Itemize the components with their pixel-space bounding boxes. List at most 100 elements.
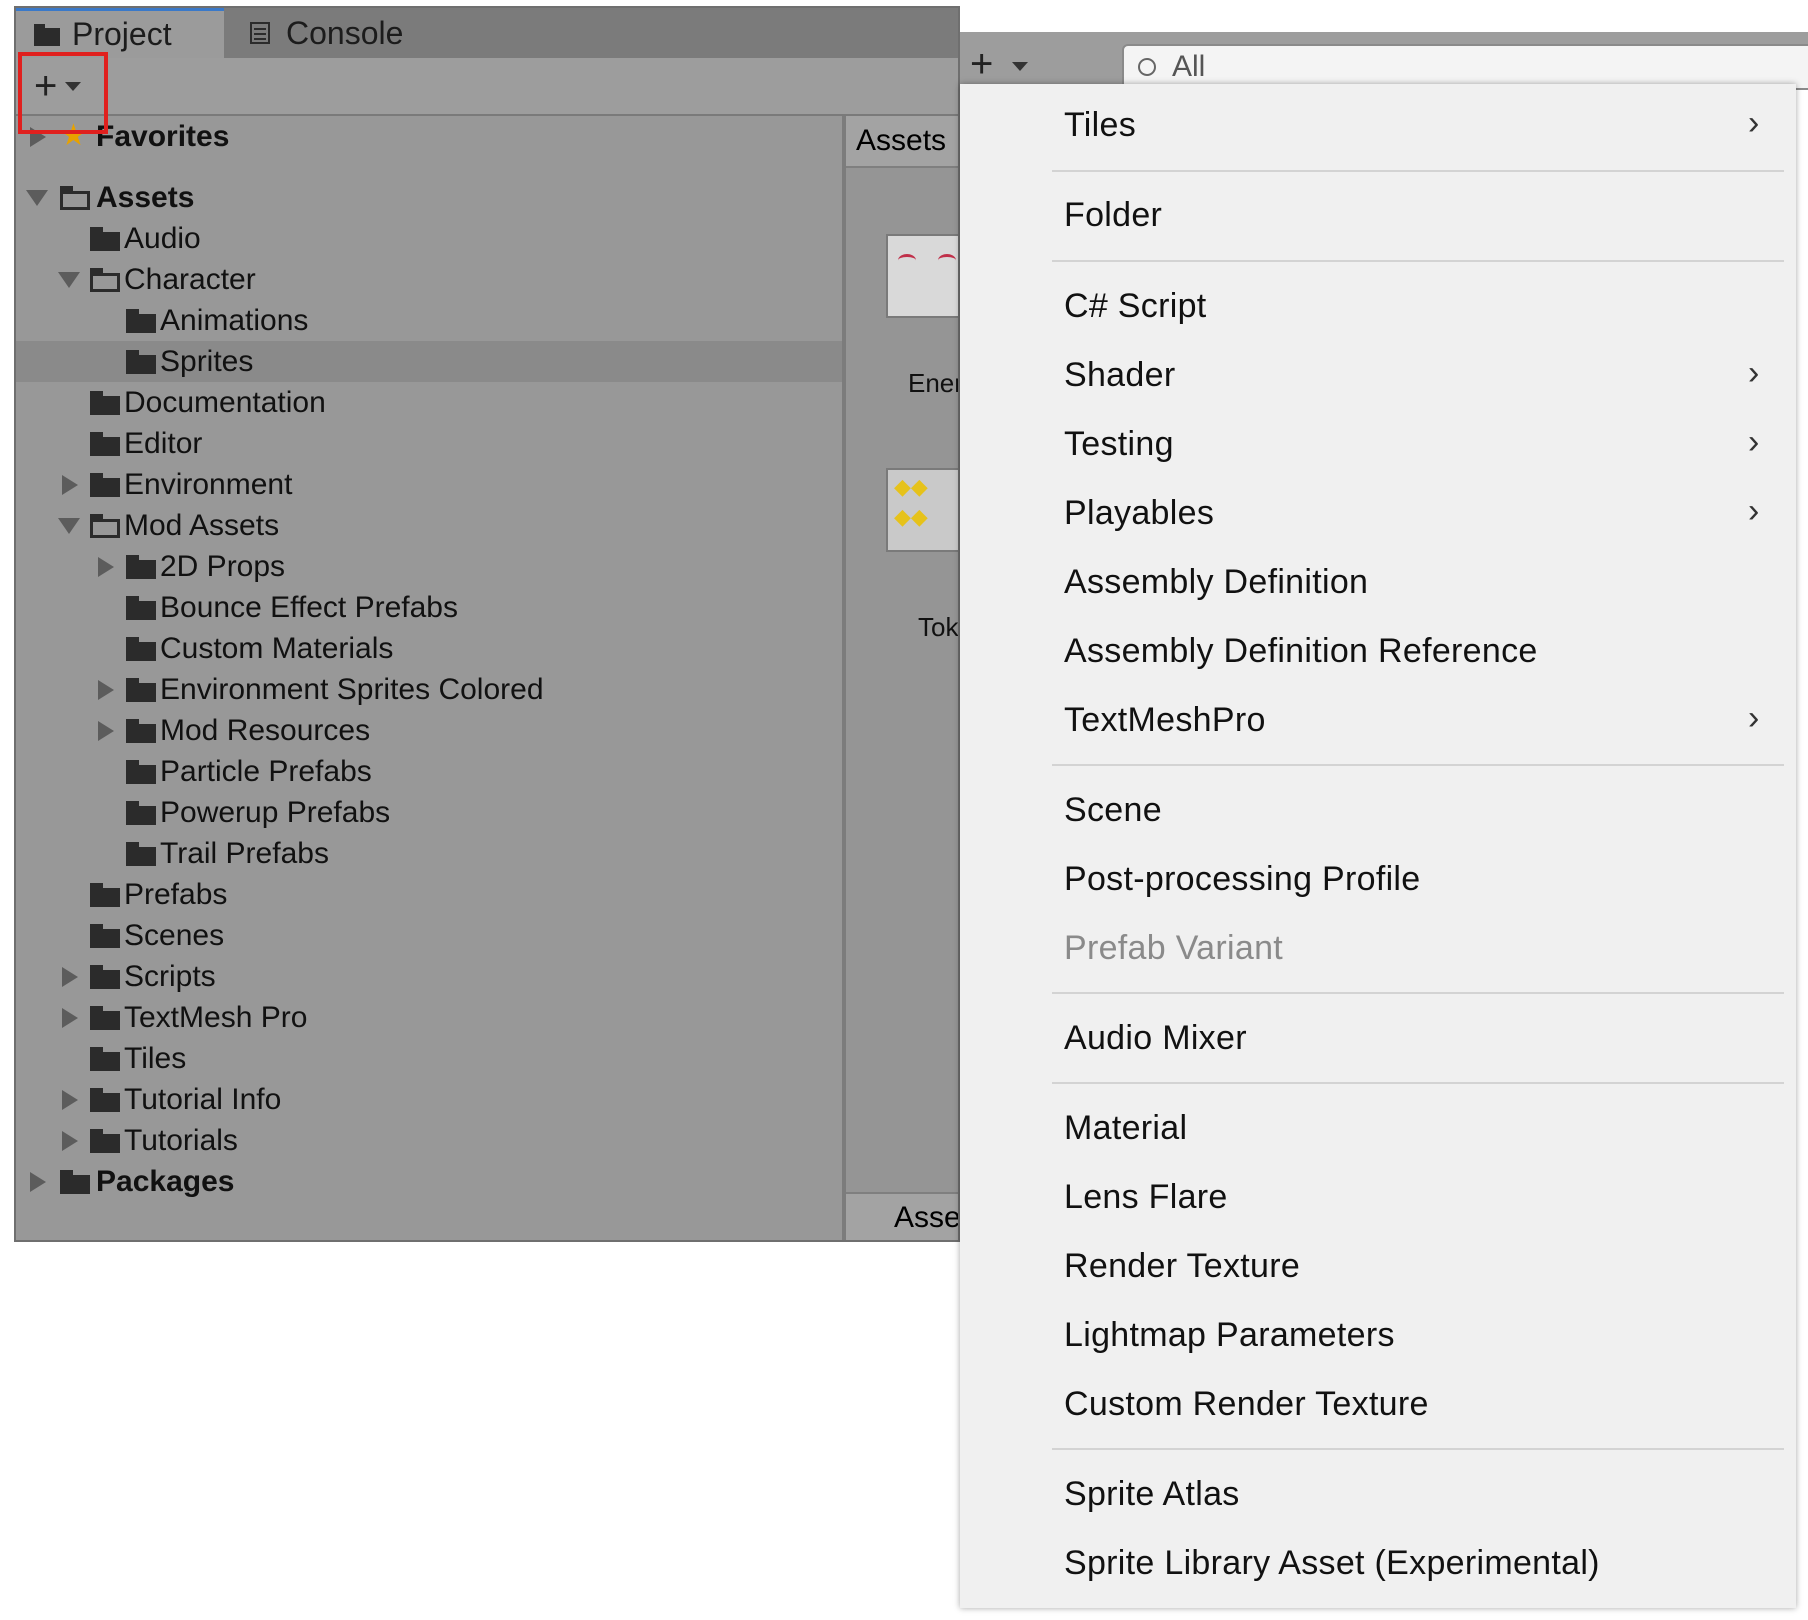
tree-label: Environment Sprites Colored [160,672,544,706]
tree-row-scenes[interactable]: Scenes [16,915,842,956]
tree-row-mod-resources[interactable]: Mod Resources [16,710,842,751]
search-placeholder: All [1172,50,1206,83]
menu-separator [1052,1448,1784,1450]
tree-row-particle-prefabs[interactable]: Particle Prefabs [16,751,842,792]
folder-icon [126,841,156,866]
tree-label: Mod Resources [160,713,371,747]
tree-row-sprites[interactable]: Sprites [16,341,842,382]
folder-icon [90,431,120,456]
tree-row-scripts[interactable]: Scripts [16,956,842,997]
menu-item-playables[interactable]: Playables [1064,494,1214,533]
tree-row-mod-assets[interactable]: Mod Assets [16,505,842,546]
menu-item-sprite-atlas[interactable]: Sprite Atlas [1064,1475,1240,1514]
tree-row-textmesh-pro[interactable]: TextMesh Pro [16,997,842,1038]
tree-row-environment-sprites-colored[interactable]: Environment Sprites Colored [16,669,842,710]
tree-row-prefabs[interactable]: Prefabs [16,874,842,915]
tree-row-tutorial-info[interactable]: Tutorial Info [16,1079,842,1120]
chevron-right-icon: › [1748,354,1760,392]
tree-row-custom-materials[interactable]: Custom Materials [16,628,842,669]
menu-item-render-texture[interactable]: Render Texture [1064,1247,1300,1286]
expand-arrow-icon[interactable] [98,720,114,741]
asset-thumbnail[interactable]: ◆◆ ◆◆ [886,468,958,552]
expand-arrow-icon[interactable] [98,556,114,577]
tree-label-favorites: Favorites [96,119,230,153]
menu-item-sprite-library-asset[interactable]: Sprite Library Asset (Experimental) [1064,1544,1600,1583]
tree-label: Scripts [124,959,216,993]
menu-item-lightmap-parameters[interactable]: Lightmap Parameters [1064,1316,1395,1355]
console-icon [248,22,274,44]
collapse-arrow-icon[interactable] [58,271,80,288]
tree-row-documentation[interactable]: Documentation [16,382,842,423]
folder-icon [126,718,156,743]
expand-arrow-icon[interactable] [30,1171,46,1192]
plus-icon: + [970,42,994,86]
expand-arrow-icon[interactable] [62,474,78,495]
tab-project-label: Project [72,16,172,52]
collapse-arrow-icon[interactable] [26,189,48,206]
menu-item-scene[interactable]: Scene [1064,791,1162,830]
folder-icon [90,923,120,948]
expand-arrow-icon[interactable] [62,1089,78,1110]
expand-arrow-icon[interactable] [62,1130,78,1151]
folder-icon [126,800,156,825]
tree-row-tiles[interactable]: Tiles [16,1038,842,1079]
menu-item-shader[interactable]: Shader [1064,356,1175,395]
tree-row-environment[interactable]: Environment [16,464,842,505]
menu-item-material[interactable]: Material [1064,1109,1187,1148]
tree-row-assets[interactable]: Assets [16,177,842,218]
menu-item-audio-mixer[interactable]: Audio Mixer [1064,1019,1247,1058]
tab-project[interactable]: Project [16,8,224,58]
asset-thumbnail[interactable] [886,234,958,318]
tree-label-assets: Assets [96,180,195,214]
menu-item-folder[interactable]: Folder [1064,196,1162,235]
folder-icon [90,1128,120,1153]
menu-item-testing[interactable]: Testing [1064,425,1174,464]
tree-label: Mod Assets [124,508,280,542]
expand-arrow-icon[interactable] [98,679,114,700]
expand-arrow-icon[interactable] [62,1007,78,1028]
tree-row-packages[interactable]: Packages [16,1161,842,1202]
breadcrumb[interactable]: Assets [846,116,958,168]
tree-row-audio[interactable]: Audio [16,218,842,259]
menu-item-textmeshpro[interactable]: TextMeshPro [1064,701,1266,740]
tree-row-trail-prefabs[interactable]: Trail Prefabs [16,833,842,874]
tree-row-tutorials[interactable]: Tutorials [16,1120,842,1161]
folder-tree: ★ Favorites Assets Audio Character Anima… [16,116,842,1240]
token-icon: ◆◆ [894,474,928,499]
highlight-annotation [18,52,108,134]
menu-item-lens-flare[interactable]: Lens Flare [1064,1178,1228,1217]
menu-item-custom-render-texture[interactable]: Custom Render Texture [1064,1385,1429,1424]
menu-item-assembly-definition-reference[interactable]: Assembly Definition Reference [1064,632,1538,671]
tree-row-editor[interactable]: Editor [16,423,842,464]
menu-separator [1052,1082,1784,1084]
tab-console[interactable]: Console [232,8,498,58]
tree-row-2d-props[interactable]: 2D Props [16,546,842,587]
tree-row-bounce-effect-prefabs[interactable]: Bounce Effect Prefabs [16,587,842,628]
folder-icon [90,472,120,497]
tree-row-animations[interactable]: Animations [16,300,842,341]
collapse-arrow-icon[interactable] [58,517,80,534]
tree-label: Documentation [124,385,326,419]
tree-label: Particle Prefabs [160,754,372,788]
tree-row-character[interactable]: Character [16,259,842,300]
open-folder-icon [60,185,90,210]
tree-label: Environment [124,467,293,501]
tree-row-favorites[interactable]: ★ Favorites [16,116,842,157]
tree-label: Prefabs [124,877,228,911]
menu-separator [1052,764,1784,766]
tree-label: Tutorials [124,1123,238,1157]
menu-item-assembly-definition[interactable]: Assembly Definition [1064,563,1368,602]
tree-row-powerup-prefabs[interactable]: Powerup Prefabs [16,792,842,833]
menu-item-csharp-script[interactable]: C# Script [1064,287,1207,326]
menu-item-tiles[interactable]: Tiles [1064,106,1136,145]
path-label: Asse [894,1201,960,1234]
create-button[interactable]: + [970,42,1029,87]
tree-label: Character [124,262,256,296]
tree-label: Editor [124,426,203,460]
create-context-menu: Tiles › Folder C# Script Shader › Testin… [960,84,1796,1608]
project-window: Project Console + ★ Favorites Assets Aud… [14,6,960,1242]
menu-item-post-processing-profile[interactable]: Post-processing Profile [1064,860,1421,899]
expand-arrow-icon[interactable] [62,966,78,987]
folder-icon [126,554,156,579]
tree-label: Audio [124,221,201,255]
